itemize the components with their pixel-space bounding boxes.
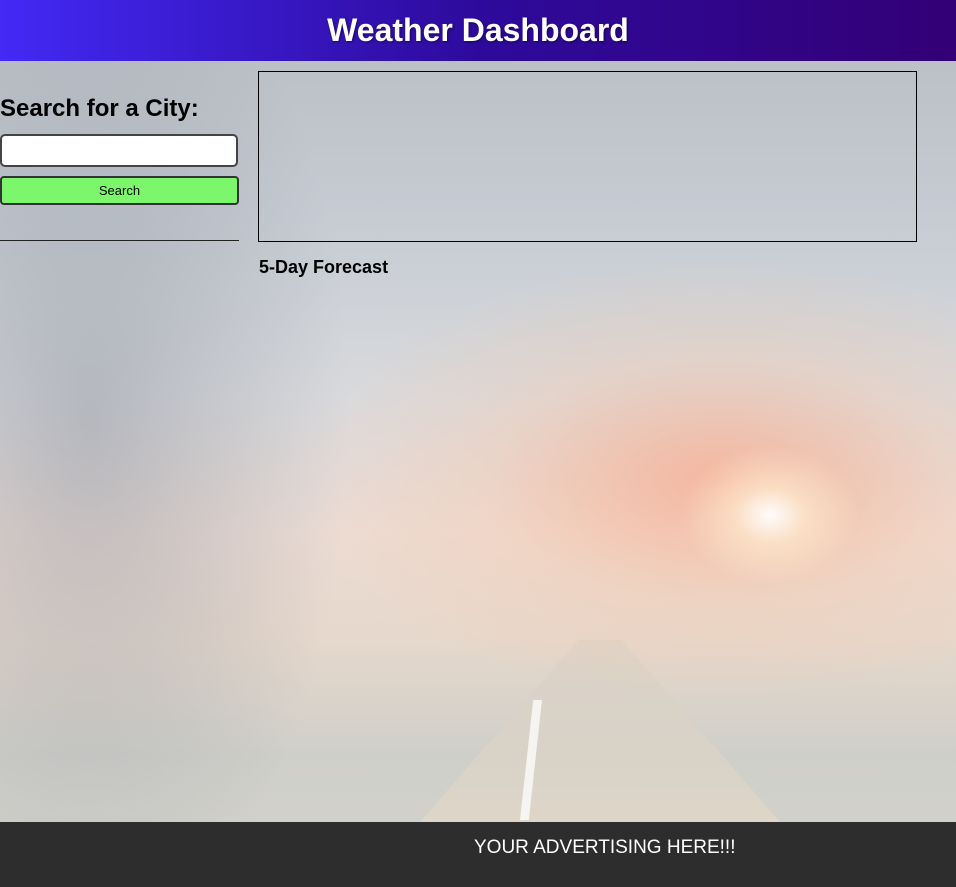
search-history-divider (0, 240, 239, 241)
search-button[interactable]: Search (0, 176, 239, 205)
forecast-title: 5-Day Forecast (259, 257, 389, 277)
forecast-cards-container (259, 285, 917, 295)
search-heading: Search for a City: (0, 95, 199, 122)
current-weather-panel (258, 71, 917, 242)
city-search-input[interactable] (0, 134, 238, 167)
page-title: Weather Dashboard (327, 12, 629, 48)
background-road (420, 640, 780, 822)
advertising-text: YOUR ADVERTISING HERE!!! (474, 837, 736, 858)
page-header: Weather Dashboard (0, 0, 956, 61)
page-footer: YOUR ADVERTISING HERE!!! (0, 822, 956, 887)
